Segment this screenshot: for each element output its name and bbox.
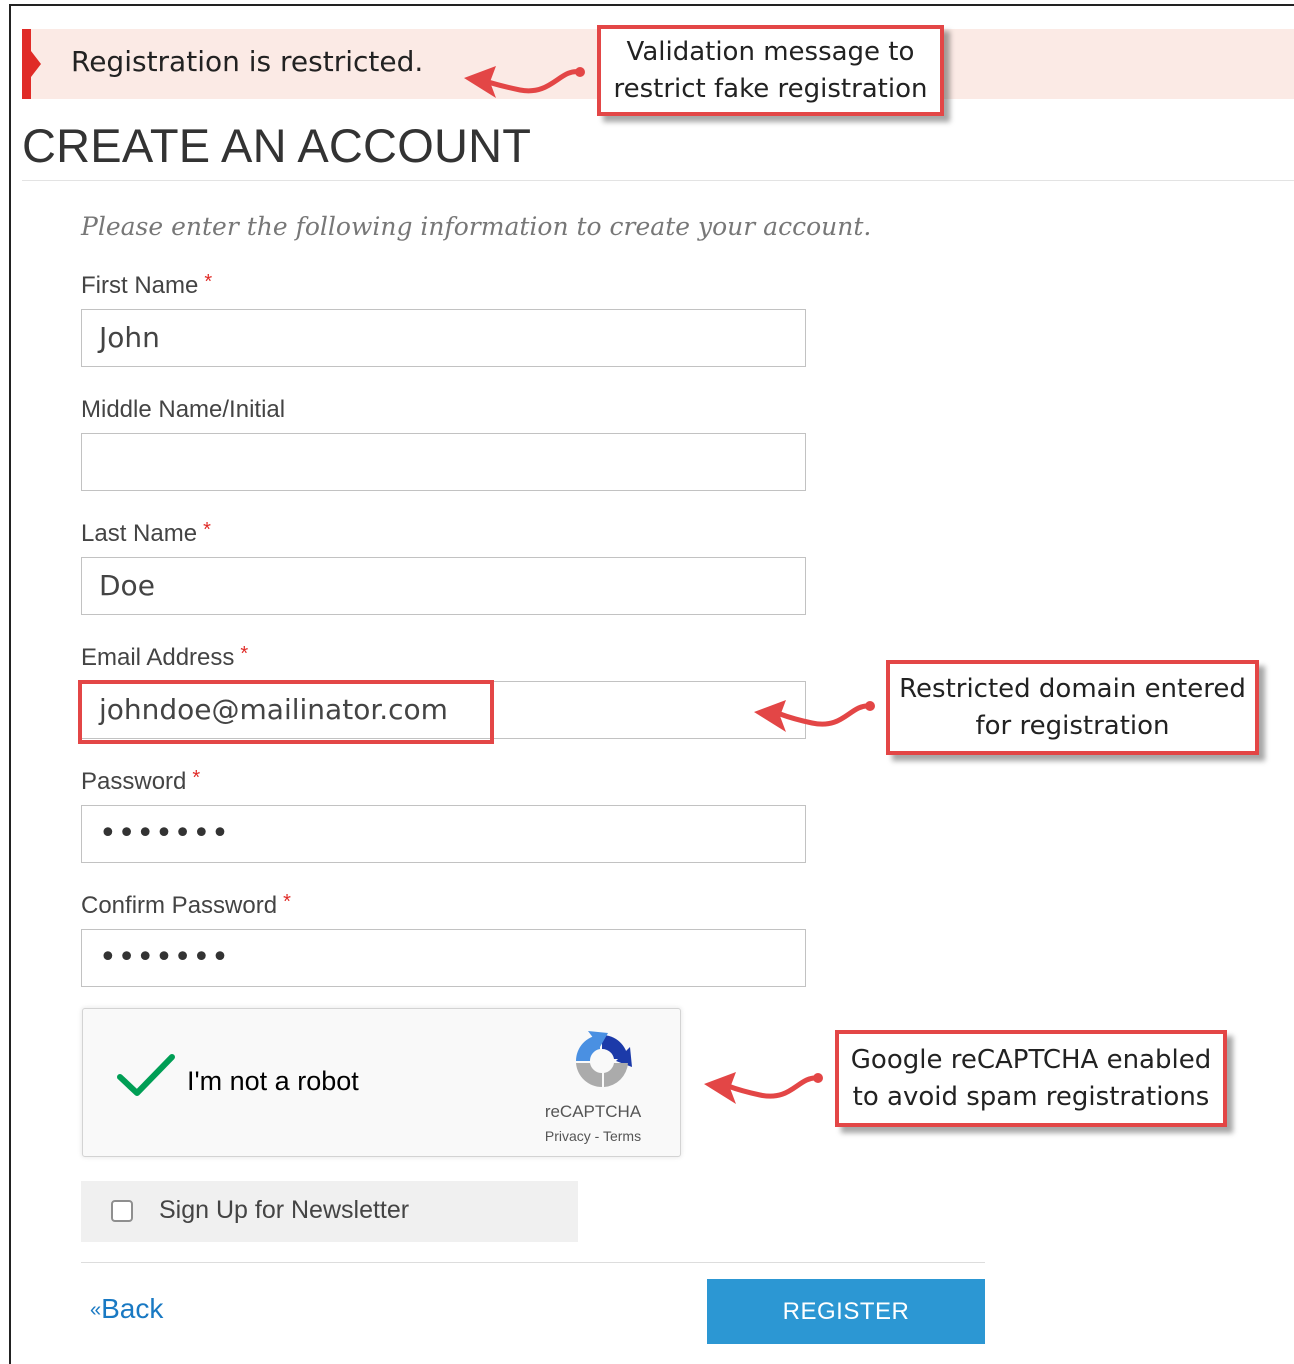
newsletter-checkbox[interactable] [111, 1200, 133, 1222]
required-marker: * [192, 767, 201, 789]
middle-name-label: Middle Name/Initial [81, 396, 286, 423]
annotation-captcha-callout: Google reCAPTCHA enabled to avoid spam r… [835, 1030, 1227, 1127]
confirm-password-input[interactable]: ••••••• [81, 929, 806, 987]
required-marker: * [240, 643, 249, 665]
email-highlight-box [78, 680, 494, 744]
password-label: Password * [81, 767, 201, 795]
recaptcha-logo-icon [575, 1031, 632, 1088]
error-message-text: Registration is restricted. [71, 45, 424, 78]
confirm-password-label: Confirm Password * [81, 891, 291, 919]
required-marker: * [203, 519, 211, 541]
newsletter-label[interactable]: Sign Up for Newsletter [159, 1196, 409, 1225]
page-title: CREATE AN ACCOUNT [22, 119, 532, 172]
form-intro-text: Please enter the following information t… [81, 212, 872, 241]
middle-name-input[interactable] [81, 433, 806, 491]
back-arrow-icon: « [90, 1299, 102, 1321]
password-input[interactable]: ••••••• [81, 805, 806, 863]
register-button[interactable]: REGISTER [707, 1279, 985, 1344]
actions-divider [81, 1262, 985, 1263]
back-link[interactable]: «Back [90, 1293, 163, 1325]
first-name-label: First Name * [81, 271, 213, 299]
required-marker: * [204, 271, 213, 293]
recaptcha-widget: I'm not a robot reCAPTCHA Privacy - Term… [82, 1008, 681, 1157]
error-indicator-icon [22, 29, 41, 99]
email-label: Email Address * [81, 643, 249, 671]
annotation-domain-callout: Restricted domain entered for registrati… [886, 660, 1259, 755]
recaptcha-brand: reCAPTCHA [544, 1102, 642, 1121]
checkmark-icon[interactable] [117, 1053, 175, 1097]
title-divider [22, 180, 1294, 181]
annotation-validation-text: Validation message to restrict fake regi… [613, 36, 928, 104]
annotation-arrow-icon [754, 700, 875, 732]
annotation-validation-callout: Validation message to restrict fake regi… [597, 25, 944, 116]
required-marker: * [283, 891, 291, 913]
last-name-input[interactable]: Doe [81, 557, 806, 615]
last-name-label: Last Name * [81, 519, 211, 547]
annotation-arrow-icon [704, 1072, 823, 1104]
first-name-input[interactable]: John [81, 309, 806, 367]
recaptcha-privacy-terms-link[interactable]: Privacy - Terms [523, 1128, 663, 1144]
newsletter-option: Sign Up for Newsletter [81, 1181, 578, 1242]
recaptcha-label: I'm not a robot [187, 1066, 359, 1096]
annotation-domain-text: Restricted domain entered for registrati… [899, 673, 1246, 741]
annotation-captcha-text: Google reCAPTCHA enabled to avoid spam r… [850, 1044, 1212, 1112]
annotation-arrow-icon [464, 66, 585, 98]
